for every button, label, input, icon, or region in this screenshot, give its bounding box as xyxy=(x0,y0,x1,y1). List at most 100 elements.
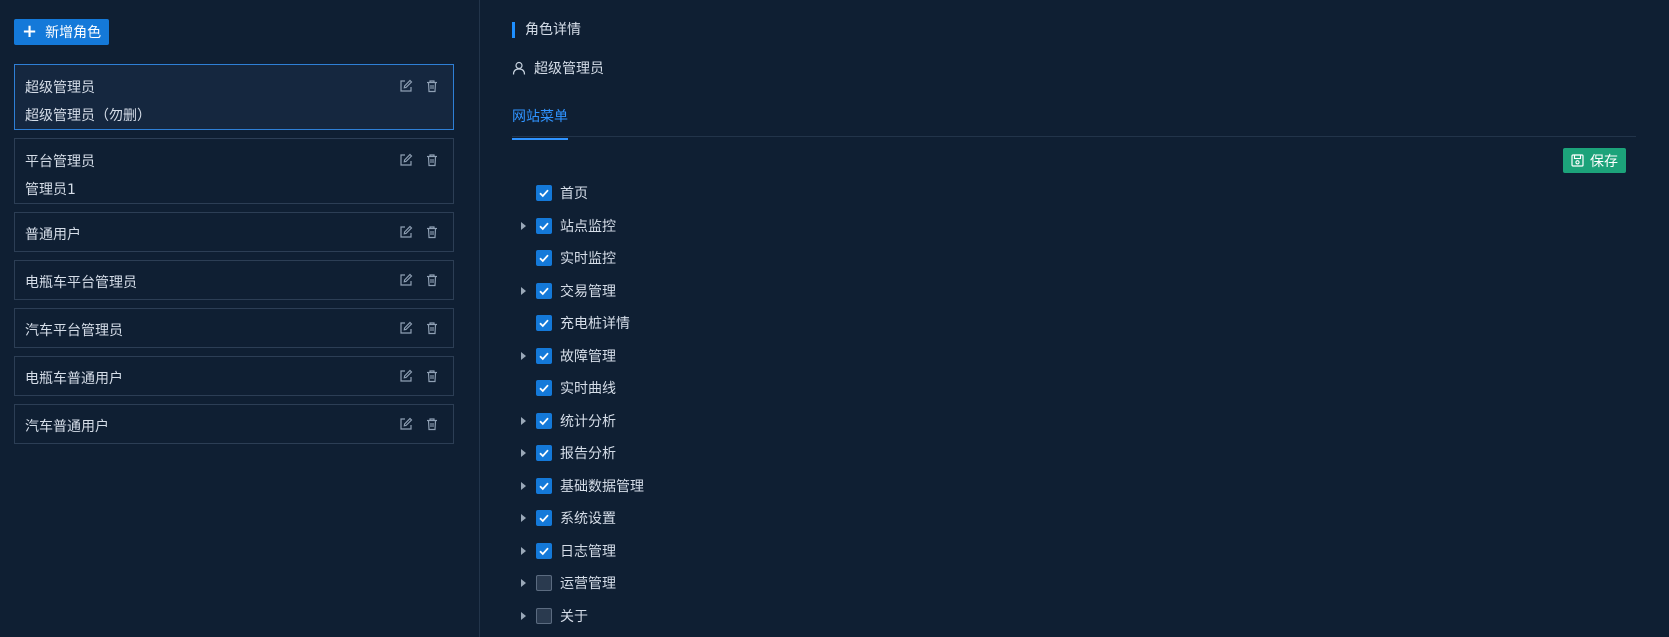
edit-icon[interactable] xyxy=(399,225,413,239)
role-card[interactable]: 汽车普通用户 xyxy=(14,404,454,444)
role-list-panel: + 新增角色 超级管理员超级管理员（勿删） 平台管理员管理员1 普通用户电瓶车平台管… xyxy=(0,0,480,637)
delete-icon[interactable] xyxy=(425,225,439,239)
menu-checkbox[interactable] xyxy=(536,575,552,592)
menu-tree-item: 系统设置 xyxy=(512,502,644,535)
menu-tree-item: 运营管理 xyxy=(512,567,644,600)
menu-label: 交易管理 xyxy=(560,283,616,300)
role-description: 超级管理员（勿删） xyxy=(25,108,151,124)
role-actions xyxy=(399,417,439,431)
menu-checkbox[interactable] xyxy=(536,282,552,299)
delete-icon[interactable] xyxy=(425,153,439,167)
menu-checkbox[interactable] xyxy=(536,315,552,332)
role-name: 汽车平台管理员 xyxy=(25,323,123,339)
role-name: 汽车普通用户 xyxy=(25,419,109,435)
delete-icon[interactable] xyxy=(425,417,439,431)
expand-caret-icon[interactable] xyxy=(516,544,530,558)
menu-label: 系统设置 xyxy=(560,511,616,528)
menu-tree-item: 首页 xyxy=(512,177,644,210)
menu-checkbox[interactable] xyxy=(536,412,552,429)
menu-tree-item: 站点监控 xyxy=(512,210,644,243)
expand-caret-icon[interactable] xyxy=(516,446,530,460)
menu-label: 基础数据管理 xyxy=(560,478,644,495)
edit-icon[interactable] xyxy=(399,417,413,431)
add-role-label: 新增角色 xyxy=(45,25,102,41)
menu-checkbox[interactable] xyxy=(536,477,552,494)
user-icon xyxy=(512,61,526,75)
role-name: 普通用户 xyxy=(25,227,81,243)
plus-icon: + xyxy=(22,21,38,42)
menu-tree-item: 充电桩详情 xyxy=(512,307,644,340)
menu-checkbox[interactable] xyxy=(536,217,552,234)
edit-icon[interactable] xyxy=(399,153,413,167)
menu-tree-item: 交易管理 xyxy=(512,275,644,308)
role-name: 电瓶车普通用户 xyxy=(25,371,123,387)
role-actions xyxy=(399,153,439,167)
menu-checkbox[interactable] xyxy=(536,185,552,202)
menu-checkbox[interactable] xyxy=(536,542,552,559)
menu-tree-item: 统计分析 xyxy=(512,405,644,438)
menu-checkbox[interactable] xyxy=(536,510,552,527)
expand-caret-icon[interactable] xyxy=(516,609,530,623)
expand-caret-icon[interactable] xyxy=(516,511,530,525)
expand-caret-icon[interactable] xyxy=(516,414,530,428)
save-label: 保存 xyxy=(1590,153,1618,170)
role-header: 超级管理员 xyxy=(512,58,604,78)
delete-icon[interactable] xyxy=(425,321,439,335)
menu-checkbox[interactable] xyxy=(536,445,552,462)
expand-caret-icon[interactable] xyxy=(516,349,530,363)
expand-caret-icon[interactable] xyxy=(516,284,530,298)
menu-tree-item: 实时曲线 xyxy=(512,372,644,405)
menu-tree-item: 故障管理 xyxy=(512,340,644,373)
menu-label: 首页 xyxy=(560,186,588,203)
role-card[interactable]: 电瓶车平台管理员 xyxy=(14,260,454,300)
caret-placeholder xyxy=(516,316,530,330)
role-card[interactable]: 超级管理员超级管理员（勿删） xyxy=(14,64,454,130)
menu-tree-item: 日志管理 xyxy=(512,535,644,568)
delete-icon[interactable] xyxy=(425,273,439,287)
menu-label: 日志管理 xyxy=(560,543,616,560)
role-name: 电瓶车平台管理员 xyxy=(25,275,137,291)
expand-caret-icon[interactable] xyxy=(516,479,530,493)
menu-label: 统计分析 xyxy=(560,413,616,430)
selected-role-name: 超级管理员 xyxy=(534,61,604,77)
role-actions xyxy=(399,369,439,383)
edit-icon[interactable] xyxy=(399,79,413,93)
section-title: 角色详情 xyxy=(512,22,581,38)
role-actions xyxy=(399,321,439,335)
menu-checkbox[interactable] xyxy=(536,380,552,397)
role-card[interactable]: 平台管理员管理员1 xyxy=(14,138,454,204)
menu-label: 实时监控 xyxy=(560,251,616,268)
menu-tree-item: 实时监控 xyxy=(512,242,644,275)
save-icon xyxy=(1571,154,1584,167)
menu-label: 关于 xyxy=(560,608,588,625)
menu-label: 实时曲线 xyxy=(560,381,616,398)
expand-caret-icon[interactable] xyxy=(516,219,530,233)
caret-placeholder xyxy=(516,381,530,395)
menu-checkbox[interactable] xyxy=(536,250,552,267)
menu-label: 站点监控 xyxy=(560,218,616,235)
role-description: 管理员1 xyxy=(25,182,76,198)
tab-bar: 网站菜单 xyxy=(512,96,1636,140)
edit-icon[interactable] xyxy=(399,321,413,335)
menu-checkbox[interactable] xyxy=(536,607,552,624)
menu-tree-item: 报告分析 xyxy=(512,437,644,470)
menu-tree-item: 基础数据管理 xyxy=(512,470,644,503)
menu-label: 运营管理 xyxy=(560,576,616,593)
role-card[interactable]: 普通用户 xyxy=(14,212,454,252)
menu-label: 报告分析 xyxy=(560,446,616,463)
role-card[interactable]: 汽车平台管理员 xyxy=(14,308,454,348)
delete-icon[interactable] xyxy=(425,79,439,93)
edit-icon[interactable] xyxy=(399,273,413,287)
expand-caret-icon[interactable] xyxy=(516,576,530,590)
edit-icon[interactable] xyxy=(399,369,413,383)
add-role-button[interactable]: + 新增角色 xyxy=(14,19,110,45)
role-name: 超级管理员 xyxy=(25,80,95,96)
role-card[interactable]: 电瓶车普通用户 xyxy=(14,356,454,396)
tab-website-menu[interactable]: 网站菜单 xyxy=(512,106,568,140)
menu-checkbox[interactable] xyxy=(536,347,552,364)
role-actions xyxy=(399,79,439,93)
save-button[interactable]: 保存 xyxy=(1563,148,1626,173)
role-name: 平台管理员 xyxy=(25,154,95,170)
menu-tree: 首页站点监控实时监控交易管理充电桩详情 故障管理实时曲线统计分析报告分析基础数据管… xyxy=(512,177,644,632)
delete-icon[interactable] xyxy=(425,369,439,383)
